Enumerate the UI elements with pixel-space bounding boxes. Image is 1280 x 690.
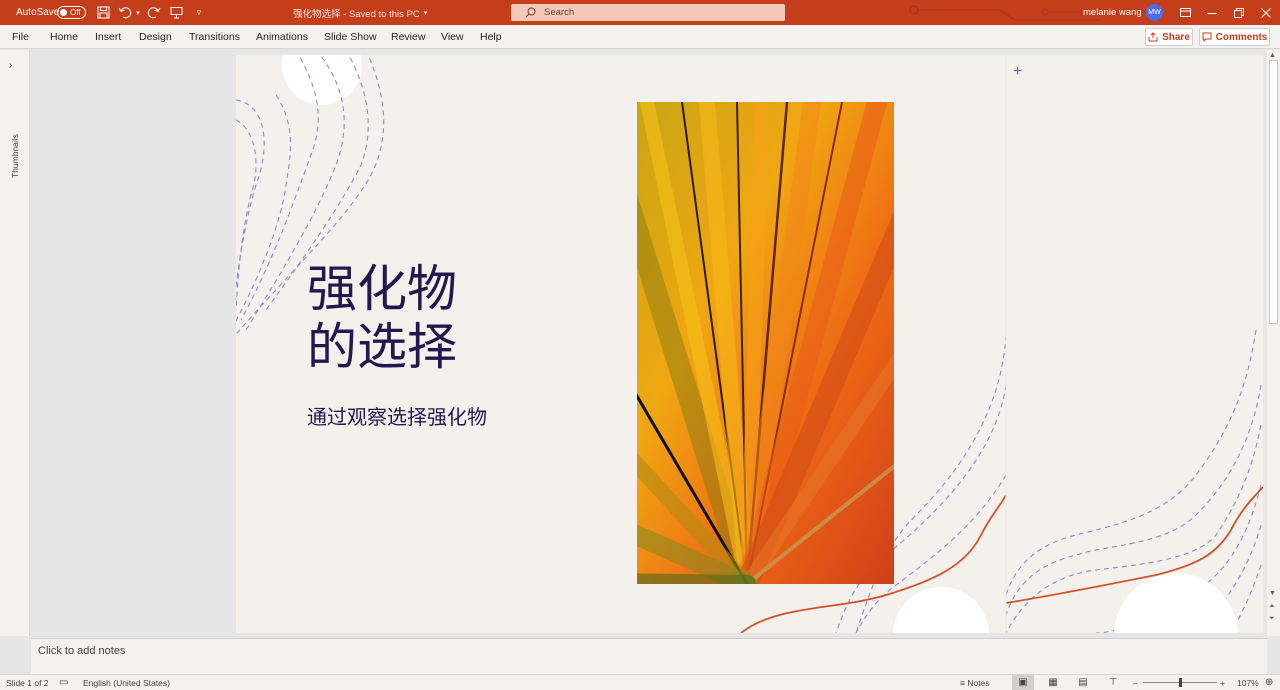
- redo-icon[interactable]: [145, 0, 163, 25]
- slide-indicator: Slide 1 of 2: [6, 678, 49, 688]
- tab-insert[interactable]: Insert: [95, 25, 121, 49]
- autosave-toggle[interactable]: Off: [57, 6, 86, 19]
- tab-design[interactable]: Design: [139, 25, 172, 49]
- user-name[interactable]: melanie wang: [1083, 0, 1142, 25]
- comments-button[interactable]: Comments: [1199, 28, 1270, 46]
- customize-icon[interactable]: ▿: [190, 0, 208, 25]
- search-placeholder: Search: [544, 7, 575, 18]
- share-button[interactable]: Share: [1145, 28, 1193, 46]
- next-slide-icon[interactable]: ⏷: [1269, 615, 1275, 623]
- autosave-state: Off: [70, 8, 81, 17]
- title-bar: AutoSave Off ▾ ▿ 强化物选择 - Saved to this P…: [0, 0, 1280, 25]
- undo-icon[interactable]: [116, 0, 134, 25]
- scrollbar-thumb[interactable]: [1269, 60, 1278, 324]
- fit-slide-icon[interactable]: ⊕: [1265, 675, 1273, 690]
- slide-subtitle[interactable]: 通过观察选择强化物: [307, 401, 487, 430]
- zoom-out-button[interactable]: –: [1133, 675, 1138, 690]
- plus-icon: +: [1013, 63, 1023, 80]
- share-icon: [1148, 32, 1158, 42]
- decor-circle-bottom-right: [1114, 573, 1238, 633]
- undo-dropdown-icon[interactable]: ▾: [134, 0, 142, 25]
- slide-sorter-icon[interactable]: ▦: [1042, 675, 1064, 690]
- notes-label: Notes: [967, 678, 990, 688]
- slide-title-line1: 强化物: [307, 260, 457, 318]
- tab-file[interactable]: File: [12, 25, 29, 49]
- comment-icon: [1202, 32, 1212, 42]
- slide-title[interactable]: 强化物 的选择: [307, 260, 457, 376]
- slide-photo[interactable]: [637, 102, 894, 584]
- thumbnails-pane: › Thumbnails: [0, 50, 30, 636]
- ribbon-tabs: File Home Insert Design Transitions Anim…: [0, 25, 1280, 49]
- comments-label: Comments: [1215, 31, 1268, 43]
- tab-help[interactable]: Help: [480, 25, 502, 49]
- notes-button[interactable]: ≡ Notes: [960, 675, 990, 690]
- minimize-icon[interactable]: [1198, 0, 1226, 25]
- accessibility-icon[interactable]: ▭: [59, 675, 68, 690]
- document-title-text: 强化物选择 - Saved to this PC: [293, 8, 420, 20]
- close-icon[interactable]: [1252, 0, 1280, 25]
- tab-home[interactable]: Home: [50, 25, 78, 49]
- notes-placeholder[interactable]: Click to add notes: [38, 645, 125, 657]
- zoom-in-button[interactable]: +: [1220, 675, 1225, 690]
- present-icon[interactable]: [167, 0, 185, 25]
- tab-view[interactable]: View: [441, 25, 464, 49]
- decor-circle-bottom-left: [893, 587, 989, 633]
- autosave-label: AutoSave: [16, 7, 60, 18]
- zoom-level[interactable]: 107%: [1237, 675, 1259, 690]
- slide[interactable]: 强化物 的选择 通过观察选择强化物 +: [236, 55, 1263, 633]
- toggle-knob: [60, 9, 67, 16]
- chevron-down-icon: ▾: [423, 9, 428, 17]
- thumbnails-label[interactable]: Thumbnails: [10, 134, 20, 178]
- document-title[interactable]: 强化物选择 - Saved to this PC ▾: [293, 0, 427, 25]
- search-input[interactable]: Search: [511, 4, 785, 21]
- slide-title-line2: 的选择: [307, 318, 457, 376]
- restore-icon[interactable]: [1225, 0, 1253, 25]
- zoom-slider-thumb[interactable]: [1179, 678, 1182, 687]
- normal-view-icon[interactable]: ▣: [1012, 675, 1034, 690]
- chevron-right-icon[interactable]: ›: [9, 60, 12, 71]
- vertical-scrollbar[interactable]: ▲ ▼ ⏶ ⏷: [1267, 50, 1280, 636]
- save-icon[interactable]: [94, 0, 112, 25]
- avatar[interactable]: MW: [1146, 4, 1163, 21]
- tab-slide-show[interactable]: Slide Show: [324, 25, 377, 49]
- ribbon-display-icon[interactable]: [1171, 0, 1199, 25]
- radiating-leaf-image: [637, 102, 894, 584]
- notes-pane[interactable]: Click to add notes: [31, 638, 1267, 674]
- scroll-down-icon[interactable]: ▼: [1269, 590, 1276, 597]
- reading-view-icon[interactable]: ▤: [1072, 675, 1094, 690]
- search-icon: [525, 7, 536, 18]
- scroll-up-icon[interactable]: ▲: [1269, 52, 1276, 59]
- slideshow-icon[interactable]: ⊤: [1102, 675, 1124, 690]
- share-label: Share: [1162, 31, 1190, 43]
- tab-review[interactable]: Review: [391, 25, 425, 49]
- tab-animations[interactable]: Animations: [256, 25, 308, 49]
- decor-circle-top: [282, 55, 362, 105]
- language-indicator[interactable]: English (United States): [83, 675, 170, 690]
- status-bar: Slide 1 of 2 ▭ English (United States) ≡…: [0, 674, 1280, 690]
- tab-transitions[interactable]: Transitions: [189, 25, 240, 49]
- previous-slide-icon[interactable]: ⏶: [1269, 603, 1275, 611]
